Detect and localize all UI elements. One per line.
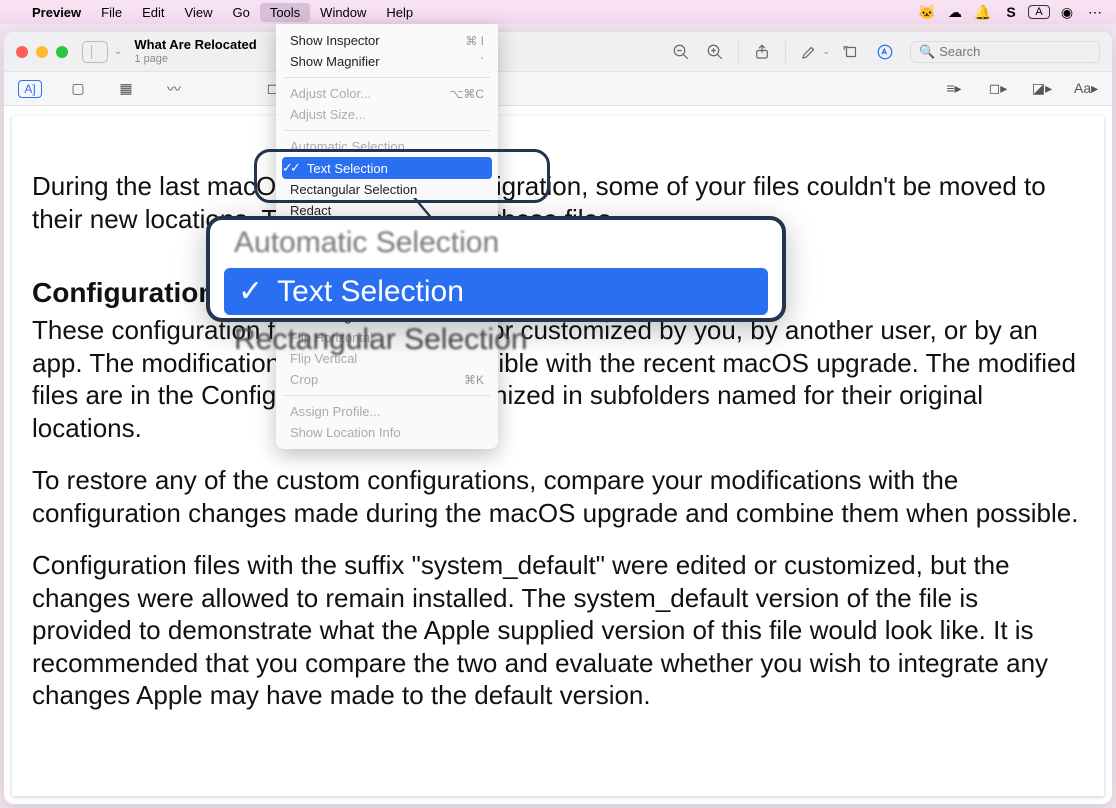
- line-style-icon[interactable]: ≡▸: [942, 80, 966, 97]
- menu-view[interactable]: View: [175, 3, 223, 22]
- rotate-button[interactable]: [836, 39, 866, 65]
- menu-item[interactable]: Show Magnifier`: [276, 51, 498, 72]
- search-input[interactable]: [939, 44, 1091, 59]
- titlebar: ⌄ What Are Relocated 1 page ⌄ 🔍: [4, 32, 1112, 72]
- menu-item: Automatic Selection: [276, 136, 498, 157]
- zoom-out-button[interactable]: [666, 39, 696, 65]
- status-icon-cat[interactable]: 🐱: [916, 4, 938, 21]
- menu-item: Show Location Info: [276, 422, 498, 443]
- zoom-item-disabled: Automatic Selection: [210, 220, 782, 266]
- app-menu[interactable]: Preview: [22, 3, 91, 22]
- menu-go[interactable]: Go: [222, 3, 259, 22]
- status-icon-wechat[interactable]: ☁: [944, 4, 966, 21]
- menu-tools[interactable]: Tools: [260, 3, 310, 22]
- doc-paragraph: To restore any of the custom configurati…: [32, 464, 1084, 529]
- system-menubar: Preview File Edit View Go Tools Window H…: [0, 0, 1116, 24]
- menu-item: Crop⌘K: [276, 369, 498, 390]
- menu-edit[interactable]: Edit: [132, 3, 174, 22]
- minimize-button[interactable]: [36, 46, 48, 58]
- fill-color-icon[interactable]: ◪▸: [1030, 80, 1054, 97]
- sidebar-toggle-button[interactable]: [82, 41, 108, 63]
- menu-file[interactable]: File: [91, 3, 132, 22]
- status-icon-s[interactable]: S: [1000, 4, 1022, 20]
- text-select-tool-icon[interactable]: A]: [18, 80, 42, 98]
- menu-item: Adjust Color...⌥⌘C: [276, 83, 498, 104]
- zoom-item-selected: ✓Text Selection: [224, 268, 768, 315]
- stroke-color-icon[interactable]: ◻▸: [986, 80, 1010, 97]
- window-controls: [16, 46, 68, 58]
- rect-select-tool-icon[interactable]: ▢: [66, 80, 90, 97]
- menu-item[interactable]: Show Inspector⌘ I: [276, 30, 498, 51]
- highlight-dropdown-icon[interactable]: ⌄: [822, 46, 830, 57]
- menu-item[interactable]: Rectangular Selection: [276, 179, 498, 200]
- menu-item: Assign Profile...: [276, 401, 498, 422]
- close-button[interactable]: [16, 46, 28, 58]
- fullscreen-button[interactable]: [56, 46, 68, 58]
- preview-window: ⌄ What Are Relocated 1 page ⌄ 🔍 A] ▢ ▦ 〰…: [4, 32, 1112, 804]
- search-icon: 🔍: [919, 44, 935, 60]
- zoom-in-button[interactable]: [700, 39, 730, 65]
- document-subtitle: 1 page: [134, 53, 256, 65]
- menu-window[interactable]: Window: [310, 3, 376, 22]
- markup-button[interactable]: [870, 39, 900, 65]
- redact-tool-icon[interactable]: ▦: [114, 80, 138, 97]
- document-title: What Are Relocated: [134, 38, 256, 52]
- sidebar-toggle-chevron-icon[interactable]: ⌄: [114, 46, 122, 57]
- search-field[interactable]: 🔍: [910, 41, 1100, 63]
- highlight-button[interactable]: [794, 39, 824, 65]
- sketch-tool-icon[interactable]: 〰: [162, 79, 186, 99]
- share-button[interactable]: [747, 39, 777, 65]
- doc-paragraph: Configuration files with the suffix "sys…: [32, 549, 1084, 712]
- status-icon-user[interactable]: ◉: [1056, 4, 1078, 21]
- markup-toolbar: A] ▢ ▦ 〰 ◻▸ 🅰 ✎▸ ▭ ≡▸ ◻▸ ◪▸ Aa▸: [4, 72, 1112, 106]
- menu-item[interactable]: ✓Text Selection: [282, 157, 492, 179]
- control-center-icon[interactable]: ⋯: [1084, 4, 1106, 21]
- status-icon-bell[interactable]: 🔔: [972, 4, 994, 21]
- menu-item: Adjust Size...: [276, 104, 498, 125]
- font-style-button[interactable]: Aa▸: [1074, 80, 1098, 97]
- zoom-item-after: Rectangular Selection: [210, 317, 782, 363]
- title-block: What Are Relocated 1 page: [134, 38, 256, 64]
- status-icon-a[interactable]: A: [1028, 5, 1050, 19]
- menu-help[interactable]: Help: [376, 3, 423, 22]
- annotation-zoom-box: Automatic Selection ✓Text Selection Rect…: [206, 216, 786, 322]
